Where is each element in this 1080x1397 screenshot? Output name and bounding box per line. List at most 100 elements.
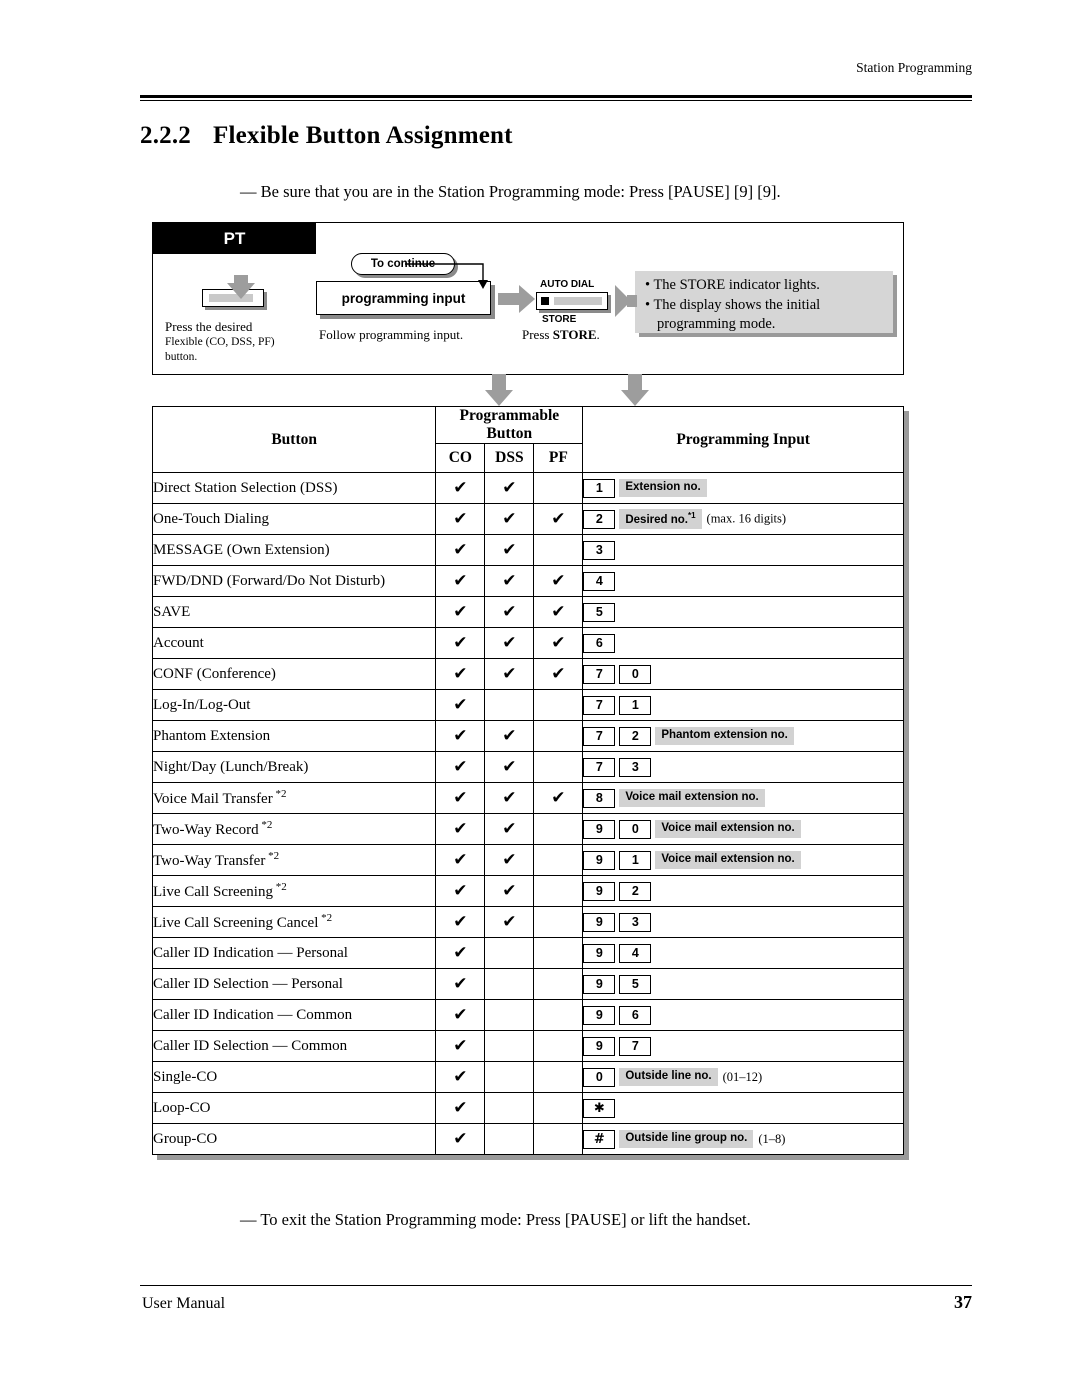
intro-line: — Be sure that you are in the Station Pr… (240, 182, 781, 201)
row-check-dss: ✔ (484, 596, 535, 628)
row-check-pf: ✔ (533, 503, 584, 535)
table-row: Two-Way Transfer *2 ✔ ✔ 9 1 Voice mail extens… (151, 844, 904, 876)
keypad-key: 5 (583, 602, 616, 622)
table-row: Caller ID Indication — Common ✔ 9 6 (151, 999, 904, 1031)
row-check-co: ✔ (435, 627, 486, 659)
row-check-dss (484, 1123, 535, 1155)
note-line-2: • The display shows the initial (645, 296, 821, 313)
table-row: Caller ID Selection — Personal ✔ 9 5 (151, 968, 904, 1000)
row-check-dss: ✔ (484, 627, 535, 659)
row-programming-input: 93 (582, 906, 904, 938)
caption-press-store-pre: Press (522, 327, 553, 342)
table-row: Loop-CO ✔ ✱ (151, 1092, 904, 1124)
row-check-pf (533, 1061, 584, 1093)
keypad-key: 6 (619, 1005, 652, 1025)
row-check-pf (533, 968, 584, 1000)
row-check-pf: ✔ (533, 565, 584, 597)
keypad-key: 9 (583, 819, 616, 839)
row-check-dss (484, 1061, 535, 1093)
table-row: CONF (Conference) ✔ ✔ ✔ 7 0 (151, 658, 904, 690)
keypad-key: # (583, 1129, 616, 1149)
keypad-key: 3 (619, 757, 652, 777)
row-check-pf (533, 937, 584, 969)
keypad-key: 9 (583, 1005, 616, 1025)
row-check-dss: ✔ (484, 472, 535, 504)
store-result-note: • The STORE indicator lights. • The disp… (635, 271, 893, 333)
keypad-key: ✱ (583, 1098, 616, 1118)
row-programming-input: # Outside line group no. (1–8) (582, 1123, 904, 1155)
row-check-co: ✔ (435, 689, 486, 721)
row-check-dss: ✔ (484, 565, 535, 597)
keypad-key: 1 (583, 478, 616, 498)
table-row: Direct Station Selection (DSS) ✔ ✔ 1 Extensi… (151, 472, 904, 504)
table-row: Single-CO ✔ 0 Outside line no. (01–12) (151, 1061, 904, 1093)
row-button-name: Night/Day (Lunch/Break) (151, 751, 437, 783)
row-button-name: Group-CO (151, 1123, 437, 1155)
row-check-pf (533, 1123, 584, 1155)
row-footnote-marker: *2 (258, 819, 273, 831)
row-programming-input: 94 (582, 937, 904, 969)
section-title: Flexible Button Assignment (213, 122, 513, 149)
row-button-name: Single-CO (151, 1061, 437, 1093)
row-programming-input: 95 (582, 968, 904, 1000)
table-head: Button Programmable Button Programming I… (151, 406, 904, 473)
caption-press-store: Press STORE. (522, 327, 600, 343)
table-row: Group-CO ✔ # Outside line group no. (1–8) (151, 1123, 904, 1155)
row-button-name: Loop-CO (151, 1092, 437, 1124)
input-parameter-chip: Extension no. (619, 479, 707, 497)
row-check-co: ✔ (435, 1061, 486, 1093)
caption-follow-programming-input: Follow programming input. (319, 327, 464, 342)
row-button-name: Caller ID Indication — Common (151, 999, 437, 1031)
row-check-co: ✔ (435, 782, 486, 814)
row-programming-input: 9 0 Voice mail extension no. (582, 813, 904, 845)
caption-press-desired-line2: Flexible (CO, DSS, PF) (165, 336, 275, 349)
flow-diagram: PT To continue programming input AUTO DI… (152, 222, 904, 375)
row-footnote-marker: *2 (318, 912, 333, 924)
row-check-co: ✔ (435, 596, 486, 628)
row-programming-input: 4 (582, 565, 904, 597)
row-button-name: Direct Station Selection (DSS) (151, 472, 437, 504)
col-header-button: Button (151, 406, 437, 473)
table-row: Caller ID Indication — Personal ✔ 9 4 (151, 937, 904, 969)
store-button-icon (536, 292, 608, 310)
row-check-dss: ✔ (484, 720, 535, 752)
row-check-dss (484, 968, 535, 1000)
col-header-pf: PF (533, 443, 584, 473)
col-header-programming-input: Programming Input (582, 406, 904, 473)
keypad-key: 7 (583, 757, 616, 777)
page: Station Programming 2.2.2 Flexible Button… (0, 0, 1080, 1397)
page-title: 2.2.2 Flexible Button Assignment (140, 122, 513, 150)
row-button-name: Account (151, 627, 437, 659)
row-check-co: ✔ (435, 999, 486, 1031)
row-check-pf (533, 534, 584, 566)
row-check-dss: ✔ (484, 503, 535, 535)
row-button-name: CONF (Conference) (151, 658, 437, 690)
row-check-pf (533, 1030, 584, 1062)
keypad-key: 7 (583, 695, 616, 715)
keypad-key: 6 (583, 633, 616, 653)
keypad-key: 8 (583, 788, 616, 808)
row-check-dss: ✔ (484, 782, 535, 814)
keypad-key: 9 (583, 912, 616, 932)
table-row: Log-In/Log-Out ✔ 7 1 (151, 689, 904, 721)
row-button-name: Caller ID Selection — Personal (151, 968, 437, 1000)
keypad-key: 5 (619, 974, 652, 994)
row-programming-input: 97 (582, 1030, 904, 1062)
input-range-note: (max. 16 digits) (706, 511, 787, 526)
row-programming-input: ✱ (582, 1092, 904, 1124)
keypad-key: 9 (583, 850, 616, 870)
keypad-key: 3 (583, 540, 616, 560)
keypad-key: 4 (619, 943, 652, 963)
input-parameter-chip: Voice mail extension no. (619, 789, 765, 807)
input-parameter-chip: Voice mail extension no. (655, 820, 801, 838)
row-check-pf (533, 844, 584, 876)
flexible-button-table: Button Programmable Button Programming I… (151, 406, 904, 1155)
row-check-co: ✔ (435, 1123, 486, 1155)
flow-to-table-arrows (485, 374, 649, 406)
running-head: Station Programming (856, 60, 972, 75)
keypad-key: 2 (583, 509, 616, 529)
input-parameter-chip: Desired no.*1 (619, 508, 702, 530)
input-range-note: (01–12) (722, 1069, 763, 1084)
input-range-note: (1–8) (758, 1131, 786, 1146)
caption-press-desired-line1: Press the desired (165, 319, 253, 334)
